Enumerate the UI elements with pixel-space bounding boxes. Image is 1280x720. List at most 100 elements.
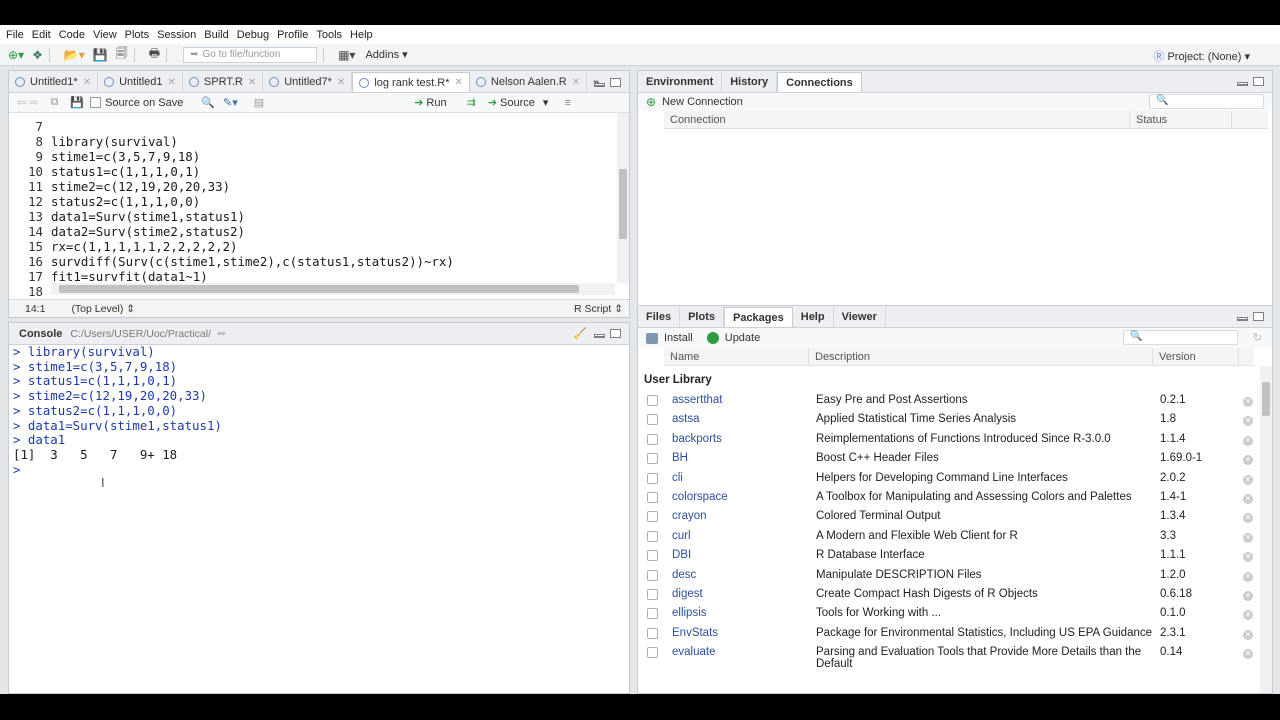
refresh-icon[interactable]: ↻ — [1253, 331, 1262, 344]
menu-plots[interactable]: Plots — [125, 29, 157, 41]
col-connection[interactable]: Connection — [664, 111, 1130, 129]
addins-menu[interactable]: Addins ▾ — [365, 48, 407, 61]
package-checkbox[interactable] — [647, 550, 658, 562]
remove-package-icon[interactable]: ✕ — [1243, 571, 1253, 582]
remove-package-icon[interactable]: ✕ — [1243, 591, 1253, 601]
remove-package-icon[interactable]: ✕ — [1243, 494, 1253, 504]
package-name-link[interactable]: EnvStats — [672, 627, 718, 639]
open-file-icon[interactable]: 📂▾ — [64, 48, 85, 62]
maximize-icon[interactable] — [610, 329, 621, 338]
maximize-icon[interactable] — [1253, 312, 1264, 321]
editor-tab[interactable]: Nelson Aalen.R ✕ — [470, 72, 588, 92]
code-editor[interactable]: 7 8 library(survival) 9 stime1=c(3,5,7,9,18)… — [9, 119, 615, 299]
editor-tab[interactable]: Untitled7* ✕ — [263, 72, 353, 92]
package-name-link[interactable]: crayon — [672, 510, 707, 522]
package-name-link[interactable]: DBI — [672, 549, 691, 561]
remove-package-icon[interactable]: ✕ — [1243, 649, 1253, 660]
editor-tab[interactable]: SPRT.R ✕ — [183, 72, 264, 92]
editor-scrollbar[interactable] — [617, 113, 629, 283]
package-checkbox[interactable] — [647, 492, 658, 503]
minimize-icon[interactable] — [594, 334, 605, 338]
clear-console-icon[interactable]: 🧹 — [573, 327, 587, 340]
package-checkbox[interactable] — [647, 472, 658, 484]
minimize-icon[interactable] — [1237, 82, 1248, 86]
remove-package-icon[interactable]: ✕ — [1243, 397, 1253, 407]
package-name-link[interactable]: digest — [672, 588, 703, 600]
col-description[interactable]: Description — [809, 348, 1153, 366]
new-project-icon[interactable]: ❖ — [32, 48, 43, 62]
tab-files[interactable]: Files — [638, 307, 681, 327]
package-checkbox[interactable] — [647, 453, 658, 465]
col-version[interactable]: Version — [1153, 348, 1239, 366]
remove-package-icon[interactable]: ✕ — [1243, 474, 1253, 485]
new-connection-button[interactable]: New Connection — [662, 96, 743, 108]
menu-tools[interactable]: Tools — [316, 29, 350, 41]
save-file-icon[interactable]: 💾 — [70, 96, 84, 109]
remove-package-icon[interactable]: ✕ — [1243, 435, 1253, 446]
package-name-link[interactable]: backports — [672, 433, 722, 445]
remove-package-icon[interactable]: ✕ — [1243, 416, 1253, 427]
close-tab-icon[interactable]: ✕ — [248, 77, 256, 88]
tab-environment[interactable]: Environment — [638, 72, 723, 92]
console-path[interactable]: C:/Users/USER/Uoc/Practical/ — [70, 328, 211, 340]
menu-help[interactable]: Help — [350, 29, 381, 41]
menu-edit[interactable]: Edit — [32, 29, 59, 41]
package-checkbox[interactable] — [647, 433, 658, 445]
menu-profile[interactable]: Profile — [277, 29, 316, 41]
package-checkbox[interactable] — [647, 608, 658, 620]
remove-package-icon[interactable]: ✕ — [1243, 629, 1253, 640]
new-file-icon[interactable]: ⊕▾ — [8, 48, 24, 62]
rerun-icon[interactable]: ⇉ — [467, 96, 476, 109]
editor-tab[interactable]: log rank test.R* ✕ — [352, 72, 470, 92]
package-checkbox[interactable] — [647, 627, 658, 639]
save-icon[interactable]: 💾 — [93, 48, 108, 62]
outline-icon[interactable]: ≡ — [564, 97, 570, 109]
tab-viewer[interactable]: Viewer — [834, 307, 886, 327]
minimize-icon[interactable] — [594, 83, 605, 87]
source-dropdown-icon[interactable]: ▾ — [543, 96, 549, 109]
tab-connections[interactable]: Connections — [777, 72, 862, 92]
code-tools-icon[interactable]: ✎▾ — [223, 96, 238, 109]
install-button[interactable]: Install — [664, 332, 693, 344]
package-checkbox[interactable] — [647, 395, 658, 406]
close-tab-icon[interactable]: ✕ — [168, 77, 176, 88]
package-name-link[interactable]: assertthat — [672, 394, 723, 406]
package-checkbox[interactable] — [647, 511, 658, 523]
package-name-link[interactable]: ellipsis — [672, 607, 707, 619]
editor-hscrollbar[interactable] — [51, 283, 615, 295]
package-name-link[interactable]: colorspace — [672, 491, 728, 503]
run-button[interactable]: Run — [426, 97, 446, 109]
editor-tab[interactable]: Untitled1 ✕ — [98, 72, 183, 92]
tab-packages[interactable]: Packages — [723, 307, 793, 327]
search-icon[interactable]: 🔍 — [201, 96, 215, 109]
goto-file-input[interactable]: ➥ Go to file/function — [183, 46, 318, 63]
close-tab-icon[interactable]: ✕ — [337, 77, 345, 88]
connections-search-input[interactable]: 🔍 — [1149, 94, 1264, 109]
menu-debug[interactable]: Debug — [237, 29, 277, 41]
close-tab-icon[interactable]: ✕ — [83, 77, 91, 88]
file-type-selector[interactable]: R Script ⇕ — [574, 303, 623, 315]
back-icon[interactable]: ⇦ ⇨ — [17, 96, 39, 109]
package-checkbox[interactable] — [647, 589, 658, 600]
project-menu[interactable]: Ⓡ Project: (None) ▾ — [1153, 48, 1250, 64]
package-checkbox[interactable] — [647, 414, 658, 426]
menu-session[interactable]: Session — [157, 29, 204, 41]
scope-selector[interactable]: (Top Level) ⇕ — [71, 303, 135, 315]
package-name-link[interactable]: BH — [672, 452, 688, 464]
console-output[interactable]: > library(survival) > stime1=c(3,5,7,9,18… — [13, 344, 222, 477]
minimize-icon[interactable] — [1237, 317, 1248, 321]
remove-package-icon[interactable]: ✕ — [1243, 552, 1253, 563]
menu-code[interactable]: Code — [59, 29, 93, 41]
packages-scrollbar[interactable] — [1260, 366, 1272, 693]
package-checkbox[interactable] — [647, 530, 658, 542]
maximize-icon[interactable] — [1253, 77, 1264, 86]
source-icon[interactable]: ➔ — [488, 96, 497, 109]
col-status[interactable]: Status — [1130, 111, 1232, 129]
package-name-link[interactable]: cli — [672, 472, 683, 484]
print-icon[interactable]: 🖶 — [149, 44, 160, 65]
col-name[interactable]: Name — [664, 348, 809, 366]
editor-tab[interactable]: Untitled1* ✕ — [9, 72, 99, 92]
package-name-link[interactable]: astsa — [672, 413, 700, 425]
source-button[interactable]: Source — [500, 97, 535, 109]
remove-package-icon[interactable]: ✕ — [1243, 455, 1253, 466]
